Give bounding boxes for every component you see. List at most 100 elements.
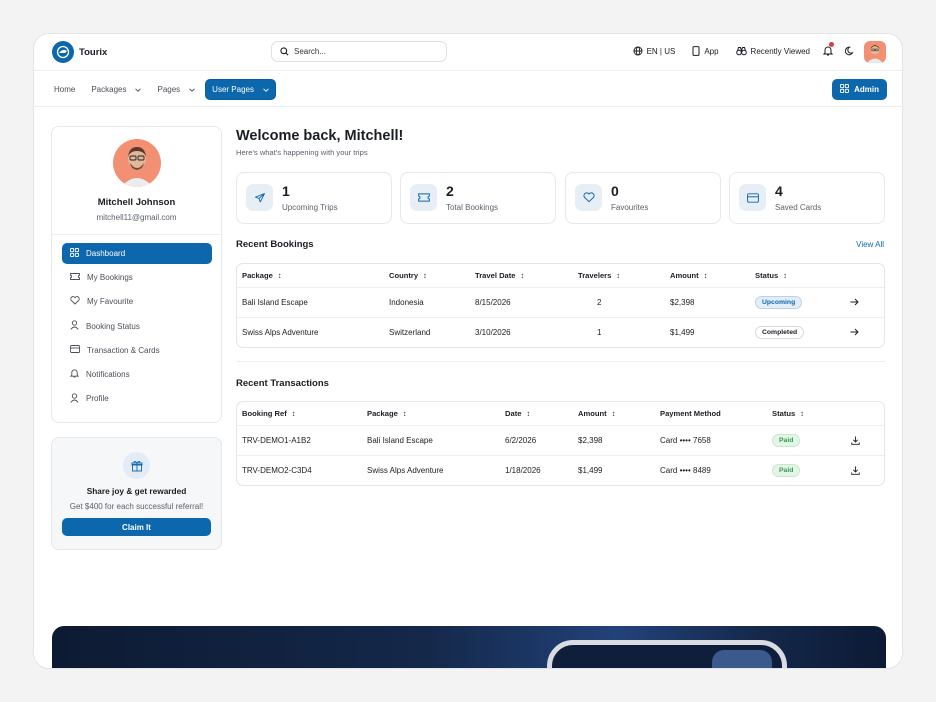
referral-title: Share joy & get rewarded	[86, 486, 187, 496]
sidebar-item-label: My Favourite	[87, 297, 134, 307]
column-header[interactable]: Travelers ↕	[578, 264, 620, 287]
nav-home[interactable]: Home	[48, 80, 81, 99]
heart-icon	[575, 184, 602, 211]
column-header[interactable]: Status ↕	[755, 264, 787, 287]
sidebar-item-notifications[interactable]: Notifications	[62, 364, 212, 385]
stat-card-saved-cards[interactable]: 4 Saved Cards	[729, 172, 885, 224]
column-header[interactable]: Travel Date ↕	[475, 264, 524, 287]
table-row[interactable]: TRV-DEMO2-C3D4 Swiss Alps Adventure 1/18…	[237, 456, 884, 486]
app-link[interactable]: App	[692, 45, 719, 58]
bookings-table: Package ↕ Country ↕ Travel Date ↕ Travelers…	[236, 263, 885, 348]
stat-card-total-bookings[interactable]: 2 Total Bookings	[400, 172, 556, 224]
arrow-right-icon[interactable]	[850, 288, 859, 317]
view-all-link[interactable]: View All	[856, 240, 884, 249]
country-cell: Indonesia	[389, 297, 424, 307]
date-cell: 6/2/2026	[505, 435, 537, 445]
column-header[interactable]: Package ↕	[242, 264, 282, 287]
column-header[interactable]: Date ↕	[505, 402, 530, 425]
sidebar-item-booking-status[interactable]: Booking Status	[62, 316, 212, 337]
notifications-button[interactable]	[822, 41, 834, 61]
phone-screen-image	[712, 650, 772, 668]
sidebar-item-my-favourite[interactable]: My Favourite	[62, 291, 212, 312]
sidebar-item-transaction-cards[interactable]: Transaction & Cards	[62, 340, 212, 361]
logo[interactable]: Tourix	[52, 41, 107, 63]
table-row[interactable]: Swiss Alps Adventure Switzerland 3/10/20…	[237, 318, 884, 348]
profile-sidebar: Mitchell Johnson mitchell11@gmail.com Da…	[51, 126, 222, 423]
stat-label: Total Bookings	[446, 203, 499, 212]
payment-method-cell: Card •••• 8489	[660, 465, 711, 475]
stat-value: 4	[775, 183, 783, 199]
amount-cell: $2,398	[670, 297, 695, 307]
globe-icon	[633, 46, 643, 58]
chevron-down-icon	[189, 85, 195, 94]
divider	[52, 234, 221, 235]
column-header[interactable]: Booking Ref ↕	[242, 402, 296, 425]
stat-card-favourites[interactable]: 0 Favourites	[565, 172, 721, 224]
search-box[interactable]	[271, 41, 447, 62]
header-label: Package	[242, 271, 273, 280]
column-header[interactable]: Country ↕	[389, 264, 427, 287]
travelers-cell: 2	[597, 297, 602, 307]
stat-label: Favourites	[611, 203, 649, 212]
column-header[interactable]: Amount ↕	[670, 264, 707, 287]
payment-method-cell: Card •••• 7658	[660, 435, 711, 445]
sidebar-item-label: Notifications	[86, 369, 130, 379]
sidebar-item-label: Booking Status	[86, 321, 140, 331]
phone-icon	[692, 45, 700, 58]
stat-label: Upcoming Trips	[282, 203, 338, 212]
stat-value: 2	[446, 183, 454, 199]
claim-button[interactable]: Claim It	[62, 518, 211, 536]
nav-bar: Home Packages Pages User Pages Admin	[34, 71, 902, 107]
arrow-right-icon[interactable]	[850, 318, 859, 348]
logo-icon	[52, 41, 74, 63]
theme-toggle[interactable]	[844, 43, 855, 61]
binoculars-icon	[735, 46, 747, 58]
sidebar-item-label: Dashboard	[86, 249, 126, 258]
recently-viewed-link[interactable]: Recently Viewed	[735, 46, 810, 58]
column-header[interactable]: Package ↕	[367, 402, 407, 425]
nav-pages[interactable]: Pages	[151, 80, 201, 99]
user-status-icon	[70, 320, 79, 332]
sort-icon: ↕	[277, 271, 282, 280]
nav-user-pages-label: User Pages	[212, 85, 254, 94]
nav-home-label: Home	[54, 85, 76, 94]
ticket-icon	[410, 184, 437, 211]
app-name: Tourix	[79, 46, 108, 58]
stat-card-upcoming-trips[interactable]: 1 Upcoming Trips	[236, 172, 392, 224]
sidebar-menu: Dashboard My Bookings My Favourite Booki…	[62, 243, 212, 412]
user-avatar[interactable]	[864, 40, 886, 63]
status-cell: Completed	[755, 318, 805, 348]
column-header[interactable]: Amount ↕	[578, 402, 615, 425]
chevron-down-icon	[263, 85, 269, 94]
sidebar-item-dashboard[interactable]: Dashboard	[62, 243, 212, 264]
nav-user-pages[interactable]: User Pages	[205, 79, 276, 100]
column-header[interactable]: Status ↕	[772, 402, 804, 425]
download-icon[interactable]	[851, 456, 860, 486]
nav-pages-label: Pages	[157, 85, 181, 94]
sidebar-item-profile[interactable]: Profile	[62, 388, 212, 409]
user-icon	[70, 392, 79, 405]
package-cell: Swiss Alps Adventure	[367, 465, 444, 475]
package-cell: Bali Island Escape	[242, 297, 308, 307]
date-cell: 3/10/2026	[475, 327, 511, 337]
date-cell: 8/15/2026	[475, 297, 511, 307]
nav-packages[interactable]: Packages	[85, 80, 147, 99]
sort-icon: ↕	[703, 271, 708, 280]
stat-value: 0	[611, 183, 619, 199]
profile-name: Mitchell Johnson	[97, 197, 176, 208]
download-icon[interactable]	[851, 426, 860, 455]
language-selector[interactable]: EN | US	[633, 46, 675, 58]
amount-cell: $2,398	[578, 435, 603, 445]
nav-packages-label: Packages	[91, 85, 127, 94]
package-cell: Bali Island Escape	[367, 435, 433, 445]
heart-icon	[70, 296, 80, 307]
admin-button[interactable]: Admin	[832, 79, 887, 100]
sidebar-item-my-bookings[interactable]: My Bookings	[62, 267, 212, 288]
table-row[interactable]: Bali Island Escape Indonesia 8/15/2026 2…	[237, 288, 884, 318]
search-input[interactable]	[294, 47, 434, 56]
table-row[interactable]: TRV-DEMO1-A1B2 Bali Island Escape 6/2/20…	[237, 426, 884, 456]
status-badge: Paid	[772, 463, 801, 477]
referral-subtitle: Get $400 for each successful referral!	[69, 502, 204, 511]
sort-icon: ↕	[402, 409, 407, 418]
package-cell: Swiss Alps Adventure	[242, 327, 319, 337]
